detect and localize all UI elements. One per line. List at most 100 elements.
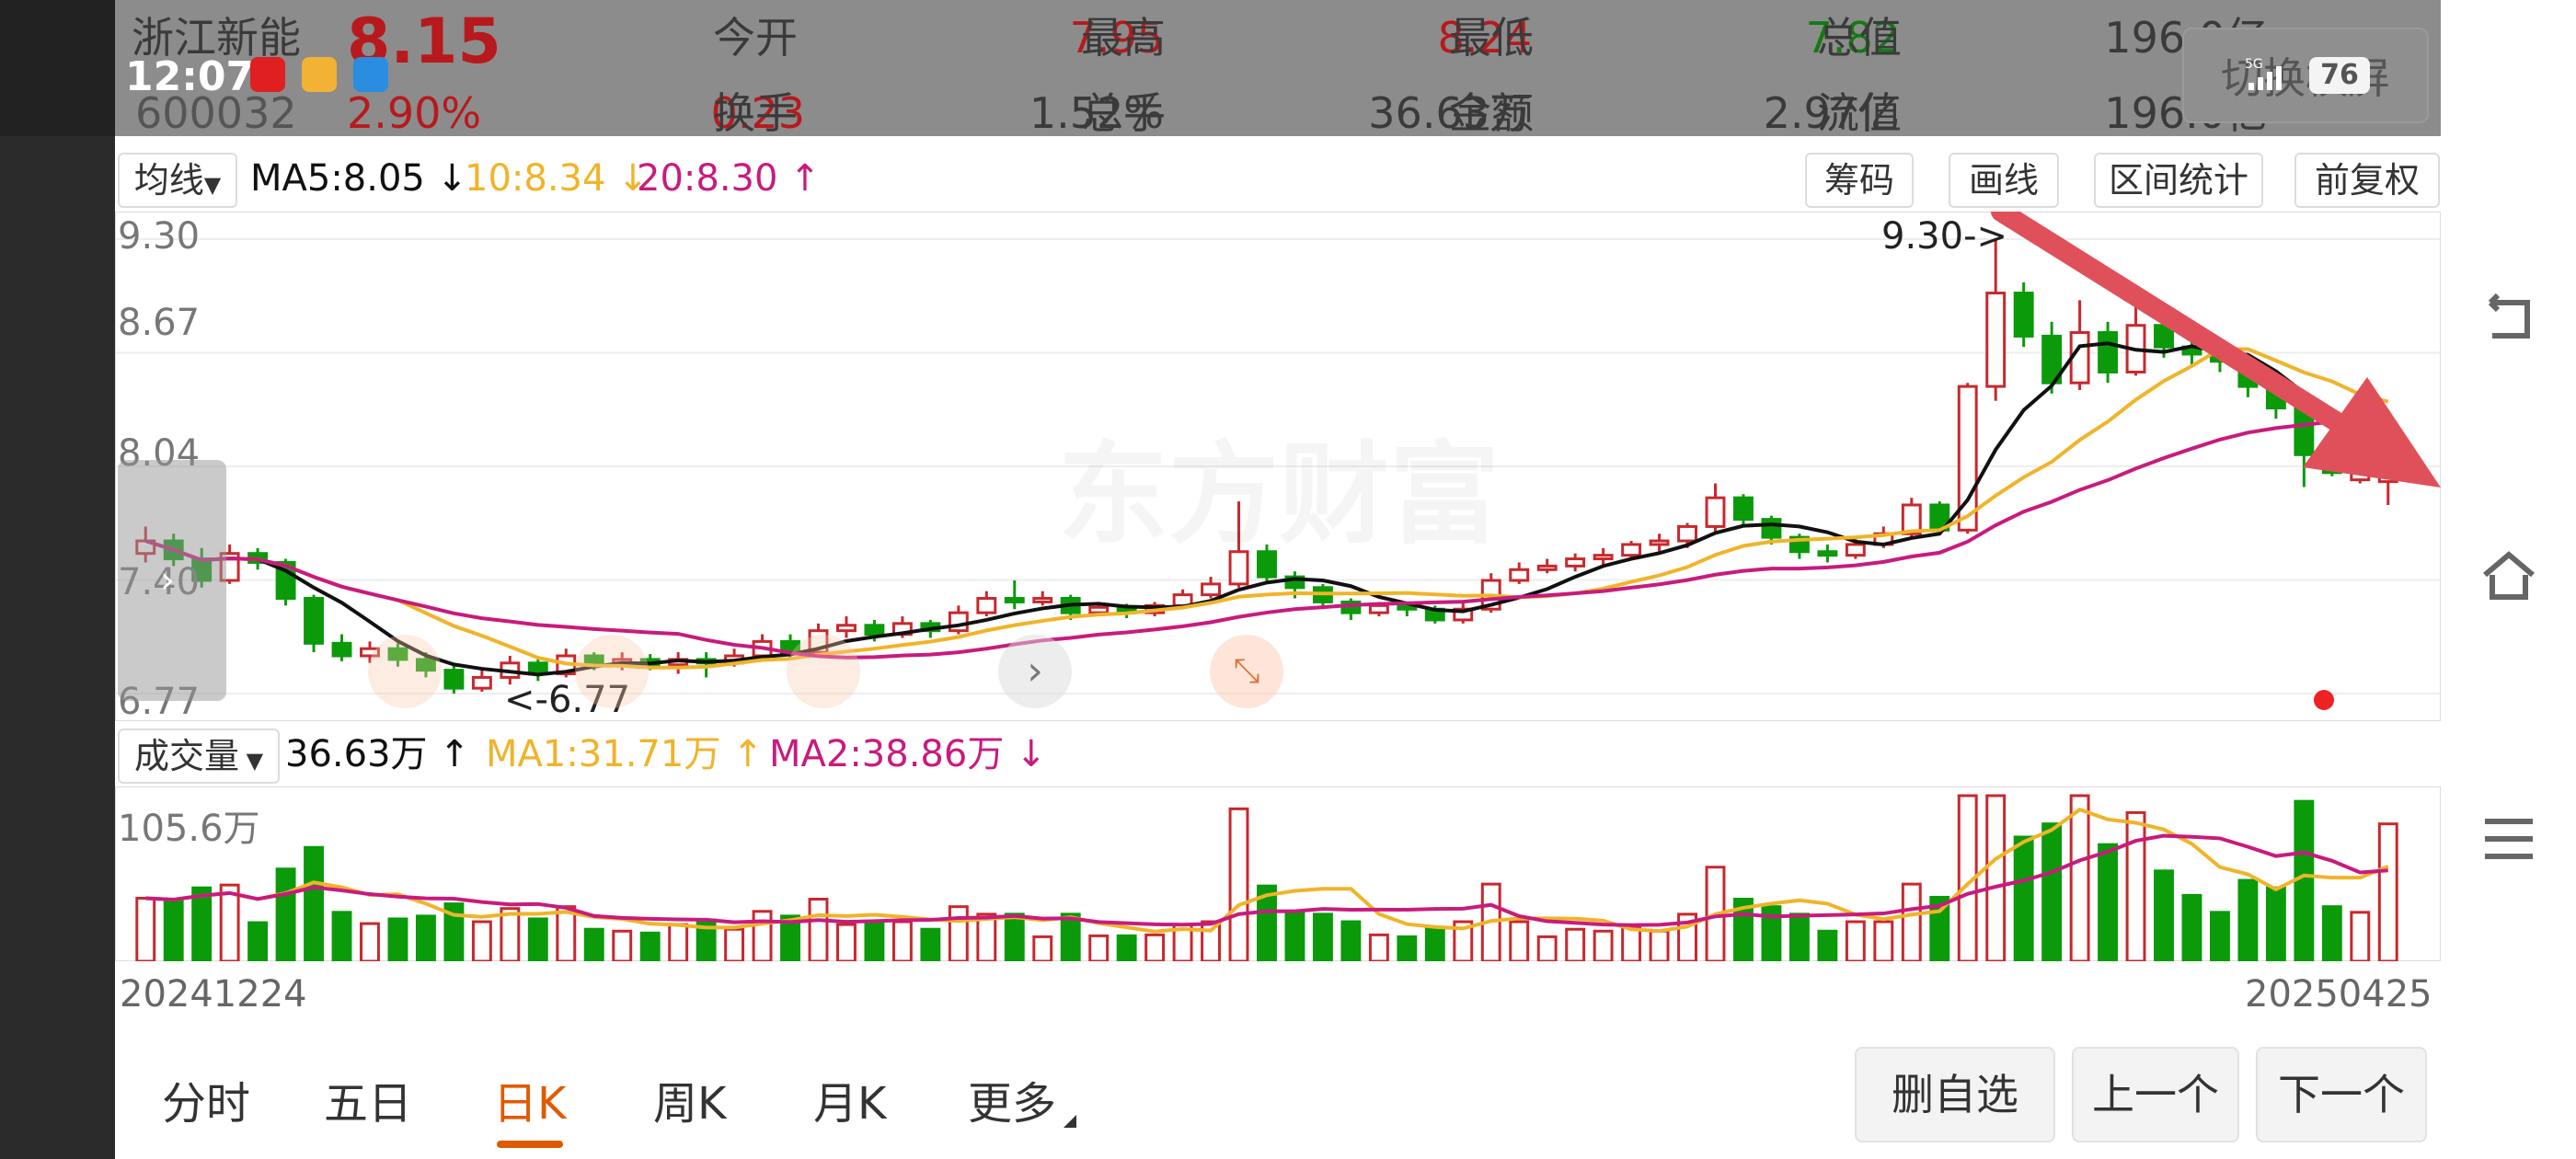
trend-arrow-line bbox=[1991, 212, 2396, 463]
volume-bar bbox=[2294, 799, 2315, 961]
tab-five-day[interactable]: 五日 bbox=[324, 1067, 412, 1131]
candle-body bbox=[836, 624, 857, 633]
candle-body bbox=[1201, 582, 1222, 597]
volume-bar bbox=[1032, 935, 1053, 961]
ma5-label: MA5:8.05 ↓ bbox=[250, 157, 468, 200]
more-corner-icon bbox=[1064, 1115, 1076, 1128]
tab-weekly-k[interactable]: 周K bbox=[653, 1067, 726, 1131]
alert-dot bbox=[2314, 690, 2334, 710]
candle-body bbox=[1509, 568, 1530, 582]
stat-label-amount: 金额 bbox=[1449, 88, 1534, 138]
volume-bar bbox=[668, 923, 689, 961]
chart-side-handle[interactable]: › bbox=[118, 460, 226, 701]
ma10-label: 10:8.34 ↓ bbox=[465, 157, 649, 200]
range-stats-button[interactable]: 区间统计 bbox=[2094, 153, 2263, 208]
volume-bar bbox=[1817, 929, 1838, 961]
volume-bar bbox=[583, 927, 604, 961]
candle-body bbox=[1593, 554, 1614, 561]
draw-line-button[interactable]: 画线 bbox=[1949, 153, 2059, 208]
ma-indicator-select[interactable]: 均线▼ bbox=[118, 153, 237, 208]
volume-bar bbox=[1788, 912, 1810, 961]
volume-bar bbox=[612, 929, 633, 961]
change-percent: 2.90% bbox=[347, 88, 482, 138]
volume-bar bbox=[1060, 912, 1081, 961]
volume-bar bbox=[1201, 920, 1222, 961]
volume-chart[interactable] bbox=[115, 786, 2441, 961]
candle-body bbox=[864, 624, 885, 637]
landscape-switch-button[interactable]: 切换横屏 bbox=[2182, 28, 2429, 123]
volume-bar bbox=[2237, 878, 2259, 961]
volume-ma2: MA2:38.86万 ↓ bbox=[769, 733, 1047, 775]
tab-intraday[interactable]: 分时 bbox=[162, 1067, 250, 1131]
zoom-out-button[interactable] bbox=[368, 635, 442, 708]
next-button[interactable]: 下一个 bbox=[2256, 1047, 2427, 1142]
volume-bar bbox=[752, 910, 773, 961]
weather-icon bbox=[302, 57, 337, 92]
remove-watchlist-button[interactable]: 删自选 bbox=[1855, 1047, 2055, 1142]
stat-label-high: 最高 bbox=[1081, 13, 1166, 63]
volume-bar bbox=[2210, 911, 2230, 961]
y-tick-1: 8.67 bbox=[118, 302, 201, 344]
scroll-left-button[interactable] bbox=[787, 635, 860, 708]
volume-current: 36.63万 ↑ bbox=[285, 733, 470, 775]
volume-indicator-label: 成交量 bbox=[133, 736, 239, 776]
back-icon[interactable] bbox=[2479, 290, 2538, 349]
candle-body bbox=[331, 641, 352, 658]
candle-body bbox=[1705, 496, 1726, 528]
volume-bar bbox=[976, 912, 997, 961]
tab-monthly-k[interactable]: 月K bbox=[813, 1067, 886, 1131]
stat-label-total-value: 总值 bbox=[1817, 13, 1902, 63]
volume-bar bbox=[864, 921, 885, 961]
volume-bar bbox=[527, 917, 548, 961]
status-time: 12:07 bbox=[125, 53, 255, 100]
candle-body bbox=[1536, 564, 1558, 571]
volume-bar bbox=[219, 883, 240, 961]
volume-bar bbox=[1845, 920, 1866, 961]
high-price-marker: 9.30-> bbox=[1881, 215, 2008, 258]
volume-ma1: MA1:31.71万 ↑ bbox=[486, 733, 764, 775]
quote-header: 浙江新能 600032 8.15 2.90% 0.23 今开 7.95 最高 8… bbox=[115, 0, 2441, 136]
volume-bar bbox=[1901, 882, 1922, 961]
volume-bar bbox=[1536, 935, 1558, 961]
forward-adjust-button[interactable]: 前复权 bbox=[2294, 153, 2440, 208]
volume-bar bbox=[275, 867, 296, 961]
candle-body bbox=[443, 669, 465, 690]
stat-label-total-volume: 总手 bbox=[1081, 88, 1166, 138]
tab-daily-k[interactable]: 日K bbox=[493, 1067, 566, 1131]
volume-bar bbox=[808, 898, 829, 961]
volume-y-tick: 105.6万 bbox=[118, 808, 260, 850]
volume-bar bbox=[1424, 925, 1445, 961]
volume-bar bbox=[639, 931, 661, 961]
candle-body bbox=[1817, 550, 1838, 557]
volume-bar bbox=[1621, 925, 1642, 961]
menu-icon[interactable] bbox=[2479, 809, 2538, 868]
stat-label-open: 今开 bbox=[713, 13, 798, 63]
candle-body bbox=[1845, 543, 1866, 557]
volume-indicator-select[interactable]: 成交量 ▼ bbox=[118, 729, 280, 784]
volume-bar bbox=[1228, 807, 1249, 961]
volume-bar bbox=[331, 911, 352, 961]
stat-label-turnover: 换手 bbox=[713, 88, 798, 138]
volume-bar bbox=[304, 845, 324, 961]
volume-bar bbox=[471, 920, 492, 961]
volume-bar bbox=[1565, 927, 1586, 961]
zoom-in-button[interactable] bbox=[575, 635, 649, 708]
candle-body bbox=[2013, 292, 2034, 338]
candle-body bbox=[1565, 557, 1586, 568]
scroll-right-button[interactable]: › bbox=[998, 635, 1072, 708]
candle-body bbox=[1761, 518, 1782, 539]
volume-bar bbox=[2265, 886, 2286, 961]
volume-bar bbox=[247, 921, 269, 961]
volume-bar bbox=[360, 922, 380, 961]
chips-button[interactable]: 筹码 bbox=[1805, 153, 1914, 208]
previous-button[interactable]: 上一个 bbox=[2072, 1047, 2239, 1142]
dropdown-arrow-icon: ▼ bbox=[238, 748, 264, 774]
collapse-icon[interactable]: ⤡ bbox=[1210, 635, 1283, 708]
tab-more[interactable]: 更多 bbox=[968, 1067, 1056, 1131]
volume-bar bbox=[2350, 911, 2371, 961]
candle-body bbox=[1088, 605, 1110, 614]
stat-label-low: 最低 bbox=[1449, 13, 1534, 63]
home-icon[interactable] bbox=[2479, 547, 2538, 606]
volume-bar bbox=[2377, 822, 2398, 961]
volume-bar bbox=[836, 923, 857, 961]
